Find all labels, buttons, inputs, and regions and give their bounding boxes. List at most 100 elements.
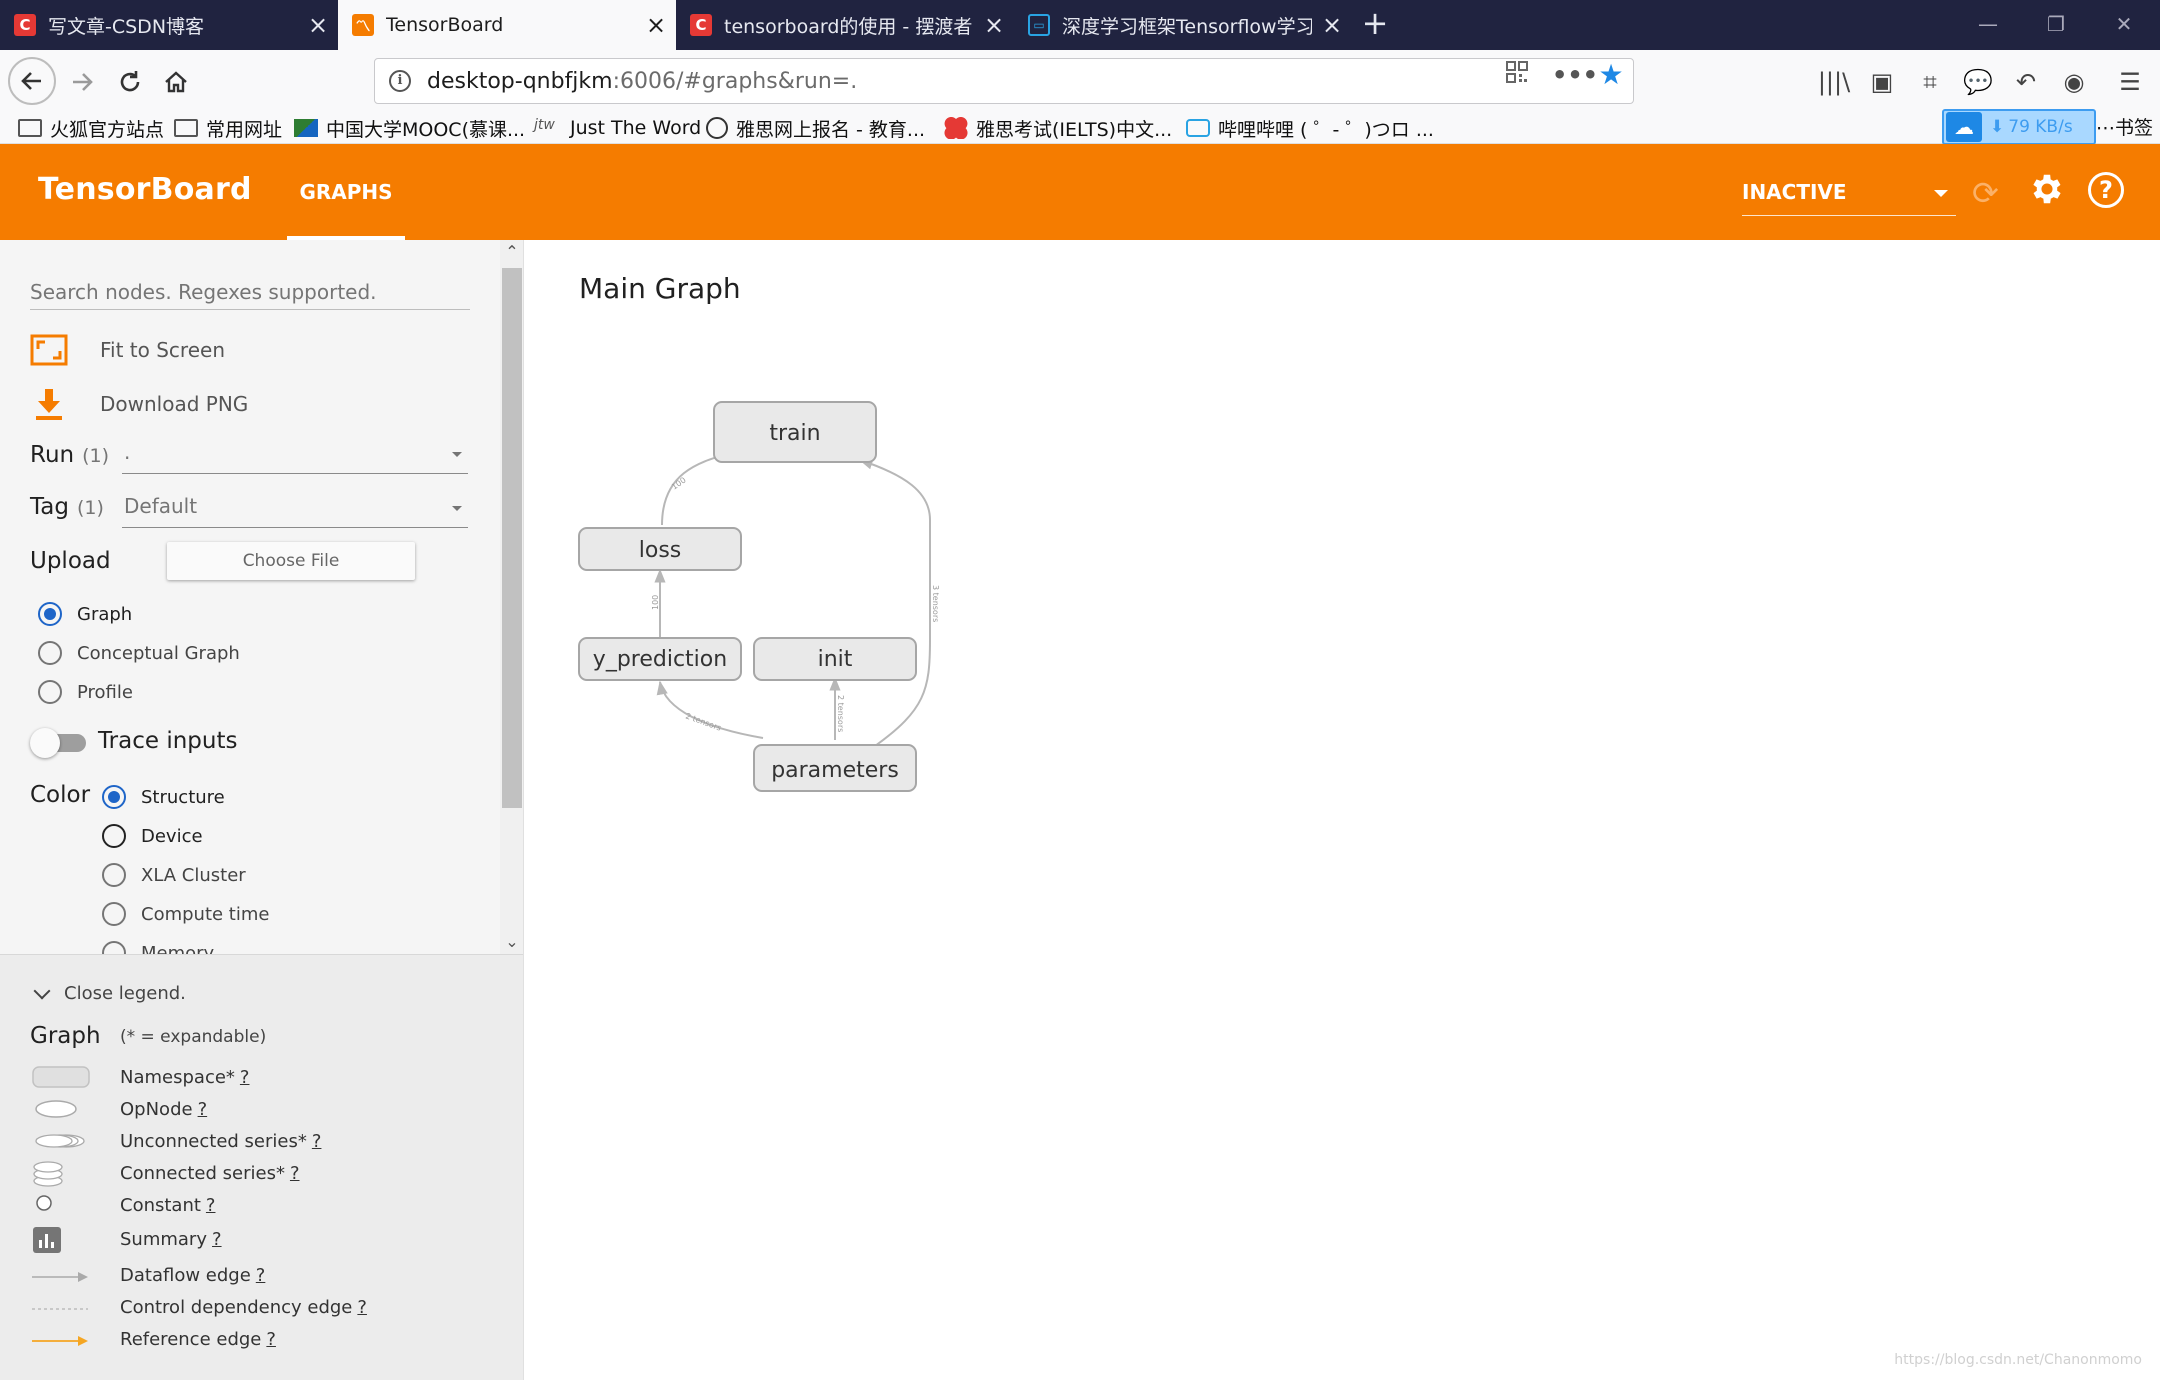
legend-help-link[interactable]: ? <box>240 1067 250 1088</box>
trace-inputs-toggle[interactable] <box>30 726 86 758</box>
close-tab-icon[interactable]: × <box>1312 11 1352 39</box>
graph-mode-graph[interactable]: Graph <box>38 602 132 626</box>
legend-help-link[interactable]: ? <box>198 1099 208 1120</box>
scroll-down-icon[interactable]: ⌄ <box>500 930 523 954</box>
color-mode-structure[interactable]: Structure <box>102 785 225 809</box>
run-dropdown[interactable]: . <box>122 440 468 474</box>
sidebar-toggle-icon[interactable]: ▣ <box>1864 64 1900 100</box>
edge-parameters-to-train[interactable] <box>858 458 931 747</box>
bookmark-star-icon[interactable]: ★ <box>1596 60 1626 90</box>
node-label: init <box>818 647 853 672</box>
legend-help-link[interactable]: ? <box>290 1163 300 1184</box>
url-text[interactable]: desktop-qnbfjkm:6006/#graphs&run=. <box>427 69 1633 94</box>
bookmark-label: 雅思考试(IELTS)中文... <box>976 118 1173 141</box>
tag-dropdown[interactable]: Default <box>122 494 468 528</box>
radio-label: Structure <box>141 786 225 808</box>
minimize-icon[interactable]: — <box>1958 0 2018 50</box>
graph-svg[interactable]: 100 100 3 tensors 2 tensors 2 tensors tr… <box>525 240 2160 1380</box>
url-bar[interactable]: i desktop-qnbfjkm:6006/#graphs&run=. <box>374 58 1634 104</box>
jtw-icon: jtw <box>534 117 555 133</box>
hamburger-menu-icon[interactable]: ☰ <box>2112 64 2148 100</box>
color-mode-xla-cluster[interactable]: XLA Cluster <box>102 863 246 887</box>
undo-icon[interactable]: ↶ <box>2008 64 2044 100</box>
chat-icon[interactable]: 💬 <box>1960 64 1996 100</box>
close-tab-icon[interactable]: × <box>636 11 676 39</box>
ielts-icon <box>944 117 968 139</box>
browser-tab-tensorboard[interactable]: 〽 TensorBoard × <box>338 0 676 50</box>
color-mode-compute-time[interactable]: Compute time <box>102 902 269 926</box>
unconnected-series-icon <box>35 1134 85 1148</box>
settings-gear-icon[interactable] <box>2028 170 2066 208</box>
close-legend-button[interactable]: Close legend. <box>33 982 186 1004</box>
inactive-dashboards-dropdown[interactable]: INACTIVE <box>1742 180 1956 216</box>
tensorboard-logo[interactable]: TensorBoard <box>38 172 252 207</box>
graph-node-train[interactable]: train <box>713 401 877 463</box>
sidebar-controls: ⌃ ⌄ Search nodes. Regexes supported. Fit… <box>0 240 523 965</box>
bookmark-just-the-word[interactable]: jtw Just The Word <box>534 112 701 144</box>
bookmark-firefox-sites[interactable]: 火狐官方站点 <box>18 112 164 144</box>
run-label: Run (1) <box>30 442 109 468</box>
refresh-icon[interactable]: ⟳ <box>1972 174 1999 212</box>
legend-item-unconnected-series: Unconnected series*? <box>0 1129 523 1157</box>
download-png-button[interactable]: Download PNG <box>30 386 248 422</box>
csdn-icon: C <box>690 14 712 36</box>
color-mode-device[interactable]: Device <box>102 824 203 848</box>
scroll-up-icon[interactable]: ⌃ <box>500 240 523 264</box>
back-button[interactable] <box>8 57 56 105</box>
graph-node-y-prediction[interactable]: y_prediction <box>578 637 742 681</box>
help-icon[interactable]: ? <box>2088 172 2124 208</box>
graph-legend: Close legend. Graph (* = expandable) Nam… <box>0 954 523 1380</box>
legend-help-link[interactable]: ? <box>206 1195 216 1216</box>
legend-label-text: Control dependency edge <box>120 1297 353 1318</box>
legend-help-link[interactable]: ? <box>266 1329 276 1350</box>
account-icon[interactable]: ◉ <box>2056 64 2092 100</box>
graph-canvas[interactable]: Main Graph 100 100 3 tensors 2 tensors 2… <box>525 240 2160 1380</box>
site-info-icon[interactable]: i <box>389 70 411 92</box>
restore-icon[interactable]: ❐ <box>2026 0 2086 50</box>
download-speed-widget[interactable]: ☁ ⬇ 79 KB/s <box>1942 109 2096 145</box>
scrollbar-thumb[interactable] <box>502 268 522 808</box>
opnode-icon <box>35 1100 77 1118</box>
close-tab-icon[interactable]: × <box>298 11 338 39</box>
other-bookmarks[interactable]: ⋯书签 <box>2096 112 2153 144</box>
radio-label: Compute time <box>141 903 270 925</box>
bookmark-mooc[interactable]: 中国大学MOOC(慕课... <box>294 112 525 144</box>
library-icon[interactable]: |||\ <box>1816 64 1852 100</box>
tensorboard-header: TensorBoard GRAPHS INACTIVE ⟳ ? <box>0 144 2160 240</box>
graph-mode-profile[interactable]: Profile <box>38 680 133 704</box>
graph-node-loss[interactable]: loss <box>578 527 742 571</box>
browser-tab-csdn-write[interactable]: C 写文章-CSDN博客 × <box>0 0 338 50</box>
legend-help-link[interactable]: ? <box>357 1297 367 1318</box>
browser-tab-tensorboard-usage[interactable]: C tensorboard的使用 - 摆渡者 × <box>676 0 1014 50</box>
graph-node-parameters[interactable]: parameters <box>753 744 917 792</box>
home-button[interactable] <box>154 60 198 104</box>
graph-node-init[interactable]: init <box>753 637 917 681</box>
arrow-right-icon <box>73 73 93 91</box>
qr-code-icon[interactable] <box>1502 60 1532 90</box>
choose-file-button[interactable]: Choose File <box>167 542 415 580</box>
fit-to-screen-button[interactable]: Fit to Screen <box>30 332 225 368</box>
bookmark-common-sites[interactable]: 常用网址 <box>174 112 282 144</box>
reload-button[interactable] <box>108 60 152 104</box>
legend-help-link[interactable]: ? <box>312 1131 322 1152</box>
bookmark-ielts-cn[interactable]: 雅思考试(IELTS)中文... <box>944 112 1172 144</box>
close-window-icon[interactable]: ✕ <box>2094 0 2154 50</box>
bilibili-icon <box>1186 119 1210 137</box>
legend-label: Dataflow edge? <box>120 1265 265 1286</box>
tab-graphs[interactable]: GRAPHS <box>287 144 405 240</box>
browser-tab-tensorflow-learning[interactable]: ▭ 深度学习框架Tensorflow学习 × <box>1014 0 1352 50</box>
legend-help-link[interactable]: ? <box>212 1229 222 1250</box>
bookmark-bilibili[interactable]: 哔哩哔哩 ( ゜- ゜)つロ ... <box>1186 112 1434 144</box>
legend-help-link[interactable]: ? <box>256 1265 266 1286</box>
toggle-knob <box>30 728 60 758</box>
new-tab-button[interactable]: + <box>1358 0 1392 50</box>
search-nodes-input[interactable]: Search nodes. Regexes supported. <box>30 280 470 310</box>
forward-button[interactable] <box>60 60 104 104</box>
edge-label-params-init: 2 tensors <box>836 695 845 732</box>
page-actions-icon[interactable]: ••• <box>1552 60 1598 90</box>
close-tab-icon[interactable]: × <box>974 11 1014 39</box>
graph-mode-conceptual[interactable]: Conceptual Graph <box>38 641 240 665</box>
bookmark-ielts-register[interactable]: 雅思网上报名 - 教育... <box>706 112 925 144</box>
radio-label: XLA Cluster <box>141 864 246 886</box>
screenshot-icon[interactable]: ⌗ <box>1912 64 1948 100</box>
